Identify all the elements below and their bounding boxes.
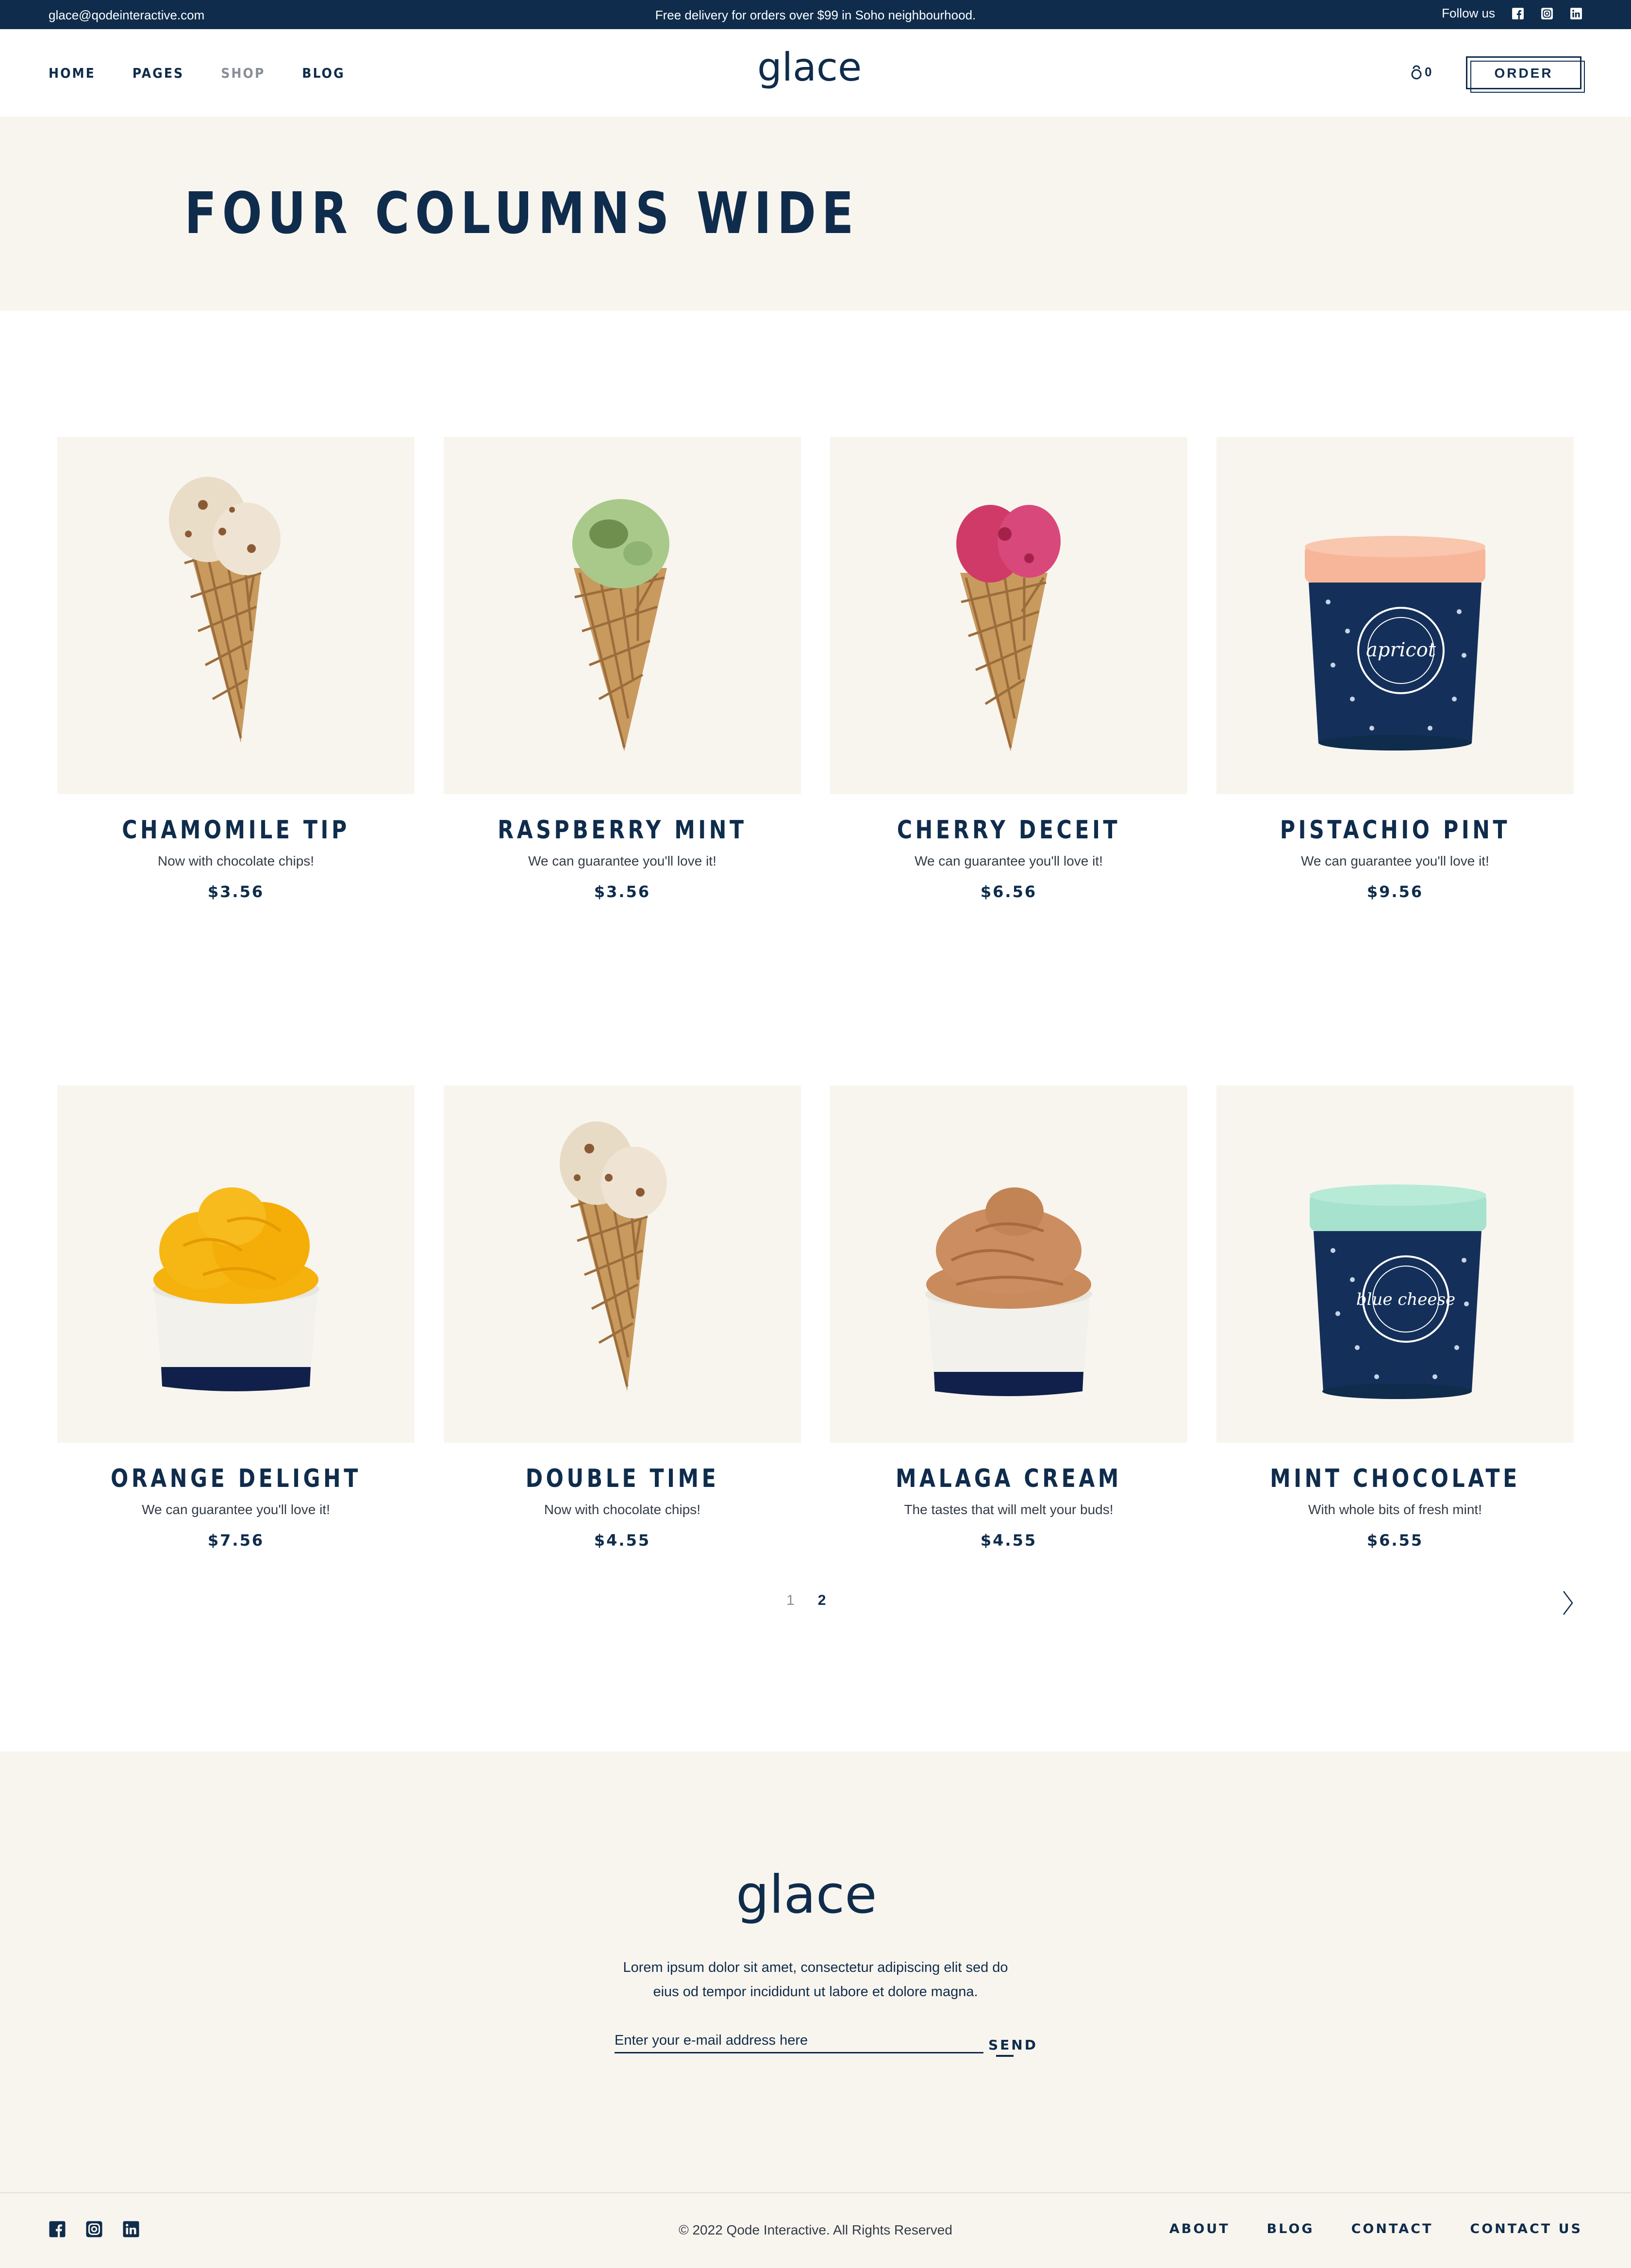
product-card[interactable]: ORANGE DELIGHT We can guarantee you'll l…	[57, 1085, 415, 1550]
footer-nav-blog[interactable]: BLOG	[1267, 2221, 1315, 2236]
newsletter-form	[615, 2029, 983, 2053]
svg-text:glace: glace	[757, 49, 862, 90]
product-description: We can guarantee you'll love it!	[142, 1502, 330, 1517]
product-price: $3.56	[207, 883, 265, 901]
product-name[interactable]: PISTACHIO PINT	[1248, 816, 1542, 845]
pint-icon: apricot	[1305, 536, 1485, 750]
order-button[interactable]: ORDER	[1466, 56, 1585, 93]
main-nav: HOME PAGES SHOP BLOG	[49, 65, 345, 81]
follow-label: Follow us	[1442, 6, 1495, 20]
product-description: Now with chocolate chips!	[544, 1502, 701, 1517]
product-image[interactable]: apricot	[1216, 437, 1574, 794]
product-description: We can guarantee you'll love it!	[1301, 853, 1489, 868]
facebook-icon[interactable]	[1512, 7, 1524, 20]
product-name[interactable]: MALAGA CREAM	[862, 1464, 1155, 1493]
cart-bag-icon	[1411, 65, 1422, 80]
footer-description: Lorem ipsum dolor sit amet, consectetur …	[597, 1955, 1034, 2004]
product-card[interactable]: CHAMOMILE TIP Now with chocolate chips! …	[57, 437, 415, 901]
nav-pages[interactable]: PAGES	[133, 65, 184, 81]
nav-blog[interactable]: BLOG	[302, 65, 345, 81]
social-follow: Follow us	[1442, 6, 1582, 21]
footer-nav-contact-us[interactable]: CONTACT US	[1470, 2221, 1582, 2236]
order-button-label: ORDER	[1494, 66, 1553, 81]
cup-icon	[152, 1187, 319, 1391]
product-card[interactable]: blue cheese MINT CHOCOLATE With whole bi…	[1216, 1085, 1574, 1550]
product-name[interactable]: MINT CHOCOLATE	[1248, 1464, 1542, 1493]
product-card[interactable]: DOUBLE TIME Now with chocolate chips! $4…	[444, 1085, 801, 1550]
svg-text:blue cheese: blue cheese	[1356, 1290, 1455, 1309]
cone-icon	[956, 505, 1061, 751]
product-card[interactable]: RASPBERRY MINT We can guarantee you'll l…	[444, 437, 801, 901]
cart-count: 0	[1425, 65, 1432, 79]
product-name[interactable]: RASPBERRY MINT	[476, 816, 769, 845]
product-name[interactable]: DOUBLE TIME	[476, 1464, 769, 1493]
newsletter-send-button[interactable]: SEND	[988, 2037, 1038, 2057]
product-card[interactable]: CHERRY DECEIT We can guarantee you'll lo…	[830, 437, 1187, 901]
footer-divider	[0, 2192, 1631, 2193]
product-image[interactable]	[57, 437, 415, 794]
page-1-link[interactable]: 1	[786, 1592, 795, 1609]
product-image[interactable]	[444, 437, 801, 794]
product-image[interactable]	[830, 437, 1187, 794]
product-description: We can guarantee you'll love it!	[528, 853, 716, 868]
product-image[interactable]	[830, 1085, 1187, 1443]
product-price: $3.56	[594, 883, 651, 901]
footer-nav-contact[interactable]: CONTACT	[1351, 2221, 1433, 2236]
product-image[interactable]	[57, 1085, 415, 1443]
product-price: $4.55	[594, 1531, 651, 1550]
footer-description-line-1: Lorem ipsum dolor sit amet, consectetur …	[623, 1960, 1008, 1975]
product-price: $4.55	[980, 1531, 1037, 1550]
product-description: The tastes that will melt your buds!	[904, 1502, 1114, 1517]
product-card[interactable]: apricot PISTACHIO PINT We can guarantee …	[1216, 437, 1574, 901]
cone-icon	[560, 1121, 667, 1391]
product-image[interactable]: blue cheese	[1216, 1085, 1574, 1443]
svg-text:apricot: apricot	[1366, 639, 1436, 661]
product-name[interactable]: CHAMOMILE TIP	[89, 816, 383, 845]
product-price: $9.56	[1366, 883, 1424, 901]
instagram-icon[interactable]	[1541, 7, 1553, 20]
glace-logo[interactable]: glace	[755, 49, 877, 99]
next-page-arrow-icon[interactable]	[1562, 1590, 1574, 1616]
page-2-current[interactable]: 2	[818, 1592, 826, 1609]
footer-nav-about[interactable]: ABOUT	[1169, 2221, 1230, 2236]
footer-logo[interactable]: glace	[733, 1868, 898, 1936]
footer-description-line-2: eius od tempor incididunt ut labore et d…	[653, 1984, 978, 2000]
product-card[interactable]: MALAGA CREAM The tastes that will melt y…	[830, 1085, 1187, 1550]
product-name[interactable]: ORANGE DELIGHT	[89, 1464, 383, 1493]
nav-home[interactable]: HOME	[49, 65, 96, 81]
product-price: $6.56	[980, 883, 1037, 901]
product-description: With whole bits of fresh mint!	[1308, 1502, 1482, 1517]
product-name[interactable]: CHERRY DECEIT	[862, 816, 1155, 845]
newsletter-email-input[interactable]	[615, 2029, 983, 2053]
product-description: Now with chocolate chips!	[157, 853, 315, 868]
nav-shop[interactable]: SHOP	[221, 65, 265, 81]
page-title-band: FOUR COLUMNS WIDE	[0, 117, 1631, 311]
svg-text:glace: glace	[736, 1868, 877, 1925]
promo-message: Free delivery for orders over $99 in Soh…	[655, 8, 976, 22]
page-title: FOUR COLUMNS WIDE	[184, 180, 860, 247]
cone-icon	[572, 499, 669, 751]
product-description: We can guarantee you'll love it!	[915, 853, 1103, 868]
product-image[interactable]	[444, 1085, 801, 1443]
product-price: $6.55	[1366, 1531, 1424, 1550]
product-price: $7.56	[207, 1531, 265, 1550]
cup-icon	[925, 1187, 1092, 1396]
linkedin-icon[interactable]	[1570, 7, 1582, 20]
site-footer: glace Lorem ipsum dolor sit amet, consec…	[0, 1751, 1631, 2268]
pint-icon: blue cheese	[1310, 1184, 1486, 1399]
footer-nav: ABOUT BLOG CONTACT CONTACT US	[1169, 2221, 1582, 2236]
cone-icon	[169, 477, 281, 743]
product-grid: CHAMOMILE TIP Now with chocolate chips! …	[57, 437, 1574, 1550]
top-bar: glace@qodeinteractive.com Free delivery …	[0, 0, 1631, 29]
main-header: HOME PAGES SHOP BLOG glace 0 ORDER	[0, 29, 1631, 117]
cart-widget[interactable]: 0	[1410, 63, 1431, 80]
pagination: 1 2	[786, 1592, 826, 1609]
